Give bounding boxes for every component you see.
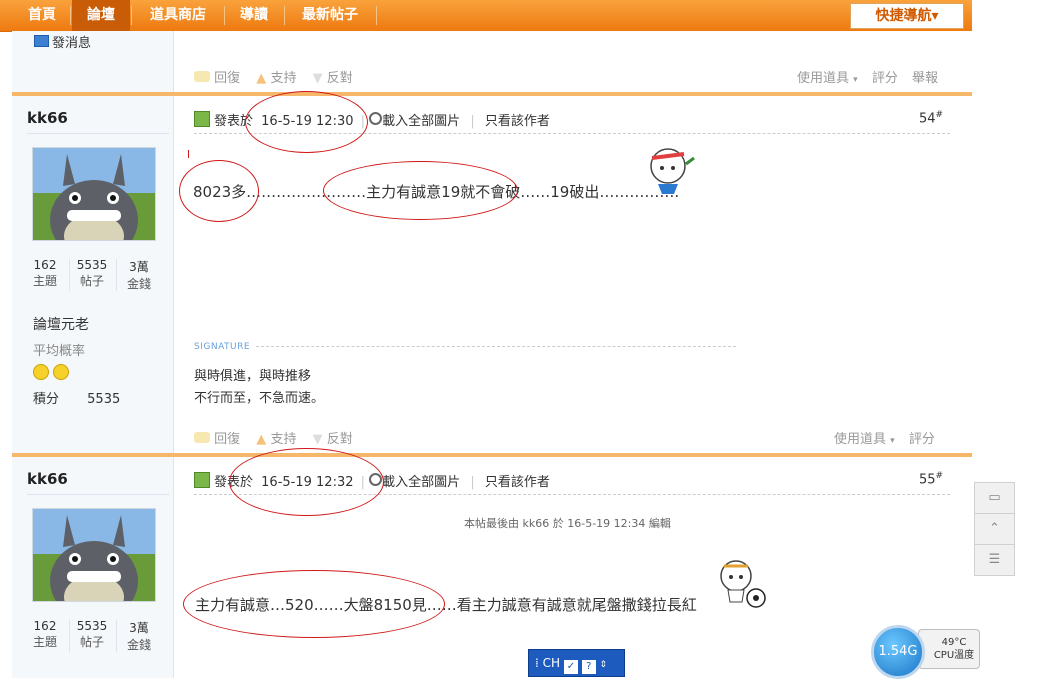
- cpu-temp-label: CPU溫度: [933, 650, 975, 661]
- author-name[interactable]: kk66: [27, 109, 68, 127]
- nav-divider: [224, 6, 225, 25]
- top-nav-bar: 首頁 論壇 道具商店 導讀 最新帖子 快捷導航▾: [0, 0, 972, 32]
- user-rank: 論壇元老: [33, 317, 89, 333]
- list-icon: ☰: [988, 552, 1001, 567]
- send-message-link[interactable]: 發消息: [34, 32, 91, 51]
- support-button[interactable]: 支持: [270, 432, 296, 447]
- nav-shop[interactable]: 道具商店: [134, 0, 222, 31]
- nav-latest[interactable]: 最新帖子: [286, 0, 374, 31]
- stat-posts[interactable]: 5535 帖子: [70, 258, 114, 289]
- support-icon: ▲: [256, 71, 267, 86]
- stat-topics[interactable]: 162 主題: [23, 619, 67, 650]
- ime-language[interactable]: CH: [543, 656, 560, 670]
- ime-shield-icon[interactable]: ✓: [563, 660, 578, 674]
- annotation-oval: [179, 160, 259, 222]
- oppose-button[interactable]: 反對: [327, 432, 353, 447]
- chevron-down-icon: ▾: [853, 75, 858, 85]
- oppose-button[interactable]: 反對: [327, 71, 353, 86]
- sidebar-divider: [27, 133, 169, 134]
- oppose-icon: ▼: [312, 432, 323, 447]
- nav-guide[interactable]: 導讀: [226, 0, 282, 31]
- only-author-link[interactable]: 只看該作者: [485, 114, 550, 129]
- mail-icon: [34, 35, 49, 47]
- chevron-down-icon: ▾: [890, 436, 895, 446]
- floor-number[interactable]: 54#: [919, 110, 943, 126]
- signature-text: 與時俱進，與時推移 不行而至，不急而速。: [194, 369, 325, 406]
- support-button[interactable]: 支持: [270, 71, 296, 86]
- only-author-link[interactable]: 只看該作者: [485, 475, 550, 490]
- ime-toolbar[interactable]: ⁞ CH ✓ ? ⇕: [528, 649, 625, 677]
- rate-button[interactable]: 評分: [909, 432, 935, 447]
- post-right-actions: 使用道具 ▾ 評分: [834, 428, 935, 447]
- sidebar-divider: [27, 494, 169, 495]
- signature-divider: [256, 346, 736, 347]
- edit-note: 本帖最後由 kk66 於 16-5-19 12:34 編輯: [464, 517, 671, 530]
- annotation-oval: [323, 161, 518, 220]
- text-cursor: [188, 150, 189, 158]
- nav-divider: [284, 6, 285, 25]
- magnifier-icon: [369, 112, 383, 125]
- stat-topics[interactable]: 162 主題: [23, 258, 67, 289]
- oppose-icon: ▼: [312, 71, 323, 86]
- smiley-icon: [53, 364, 70, 380]
- reply-button[interactable]: 回復: [214, 432, 240, 447]
- annotation-oval: [229, 448, 384, 516]
- totoro-avatar-image: [33, 509, 155, 621]
- nav-home[interactable]: 首頁: [14, 0, 70, 31]
- floor-number[interactable]: 55#: [919, 471, 943, 487]
- report-button[interactable]: 舉報: [912, 71, 938, 86]
- smiley-icon: [33, 364, 49, 380]
- ime-menu-icon[interactable]: ⇕: [600, 660, 608, 670]
- cpu-temperature: 49°C: [941, 637, 967, 648]
- rate-button[interactable]: 評分: [872, 71, 898, 86]
- cpu-speed-gauge[interactable]: 1.54G: [871, 625, 925, 679]
- prev-post-actions: 回復 ▲ 支持 ▼ 反對: [194, 67, 353, 86]
- annotation-oval: [183, 570, 445, 638]
- ime-help-icon[interactable]: ?: [581, 660, 596, 674]
- post-actions: 回復 ▲ 支持 ▼ 反對: [194, 428, 353, 447]
- prev-post-right-actions: 使用道具 ▾ 評分 舉報: [797, 67, 938, 86]
- stat-money[interactable]: 3萬 金錢: [117, 619, 161, 653]
- reply-button[interactable]: 回復: [214, 71, 240, 86]
- list-float-button[interactable]: ☰: [974, 544, 1015, 576]
- cpu-temp-box[interactable]: 49°C CPU溫度: [918, 629, 980, 669]
- avg-label: 平均概率: [33, 344, 86, 359]
- stat-posts[interactable]: 5535 帖子: [70, 619, 114, 650]
- smiley-icons: [33, 364, 70, 384]
- nav-divider: [376, 6, 377, 25]
- comment-float-button[interactable]: ▭: [974, 482, 1015, 514]
- stat-money[interactable]: 3萬 金錢: [117, 258, 161, 292]
- avatar[interactable]: [32, 508, 156, 621]
- nav-divider: [131, 6, 132, 25]
- quick-nav-button[interactable]: 快捷導航▾: [850, 3, 964, 29]
- ime-dots-icon: ⁞: [535, 656, 539, 670]
- nav-divider: [70, 6, 71, 25]
- support-icon: ▲: [256, 432, 267, 447]
- reply-icon: [194, 71, 210, 82]
- to-top-icon: ⌃: [989, 521, 1000, 536]
- emoticon-sticker: [720, 560, 766, 608]
- annotation-oval: [245, 91, 368, 153]
- use-tool-button[interactable]: 使用道具: [797, 71, 849, 86]
- online-status-icon: [194, 472, 210, 488]
- comment-icon: ▭: [988, 490, 1001, 505]
- online-status-icon: [194, 111, 210, 127]
- points-row: 積分 5535: [33, 392, 121, 407]
- back-to-top-button[interactable]: ⌃: [974, 513, 1015, 545]
- emoticon-sticker: [650, 148, 695, 194]
- nav-forum[interactable]: 論壇: [72, 0, 130, 31]
- use-tool-button[interactable]: 使用道具: [834, 432, 886, 447]
- totoro-avatar-image: [33, 148, 155, 260]
- avatar[interactable]: [32, 147, 156, 260]
- load-all-images-link[interactable]: 載入全部圖片: [382, 475, 460, 490]
- author-name[interactable]: kk66: [27, 470, 68, 488]
- reply-icon: [194, 432, 210, 443]
- signature-label: SIGNATURE: [194, 342, 251, 352]
- load-all-images-link[interactable]: 載入全部圖片: [382, 114, 460, 129]
